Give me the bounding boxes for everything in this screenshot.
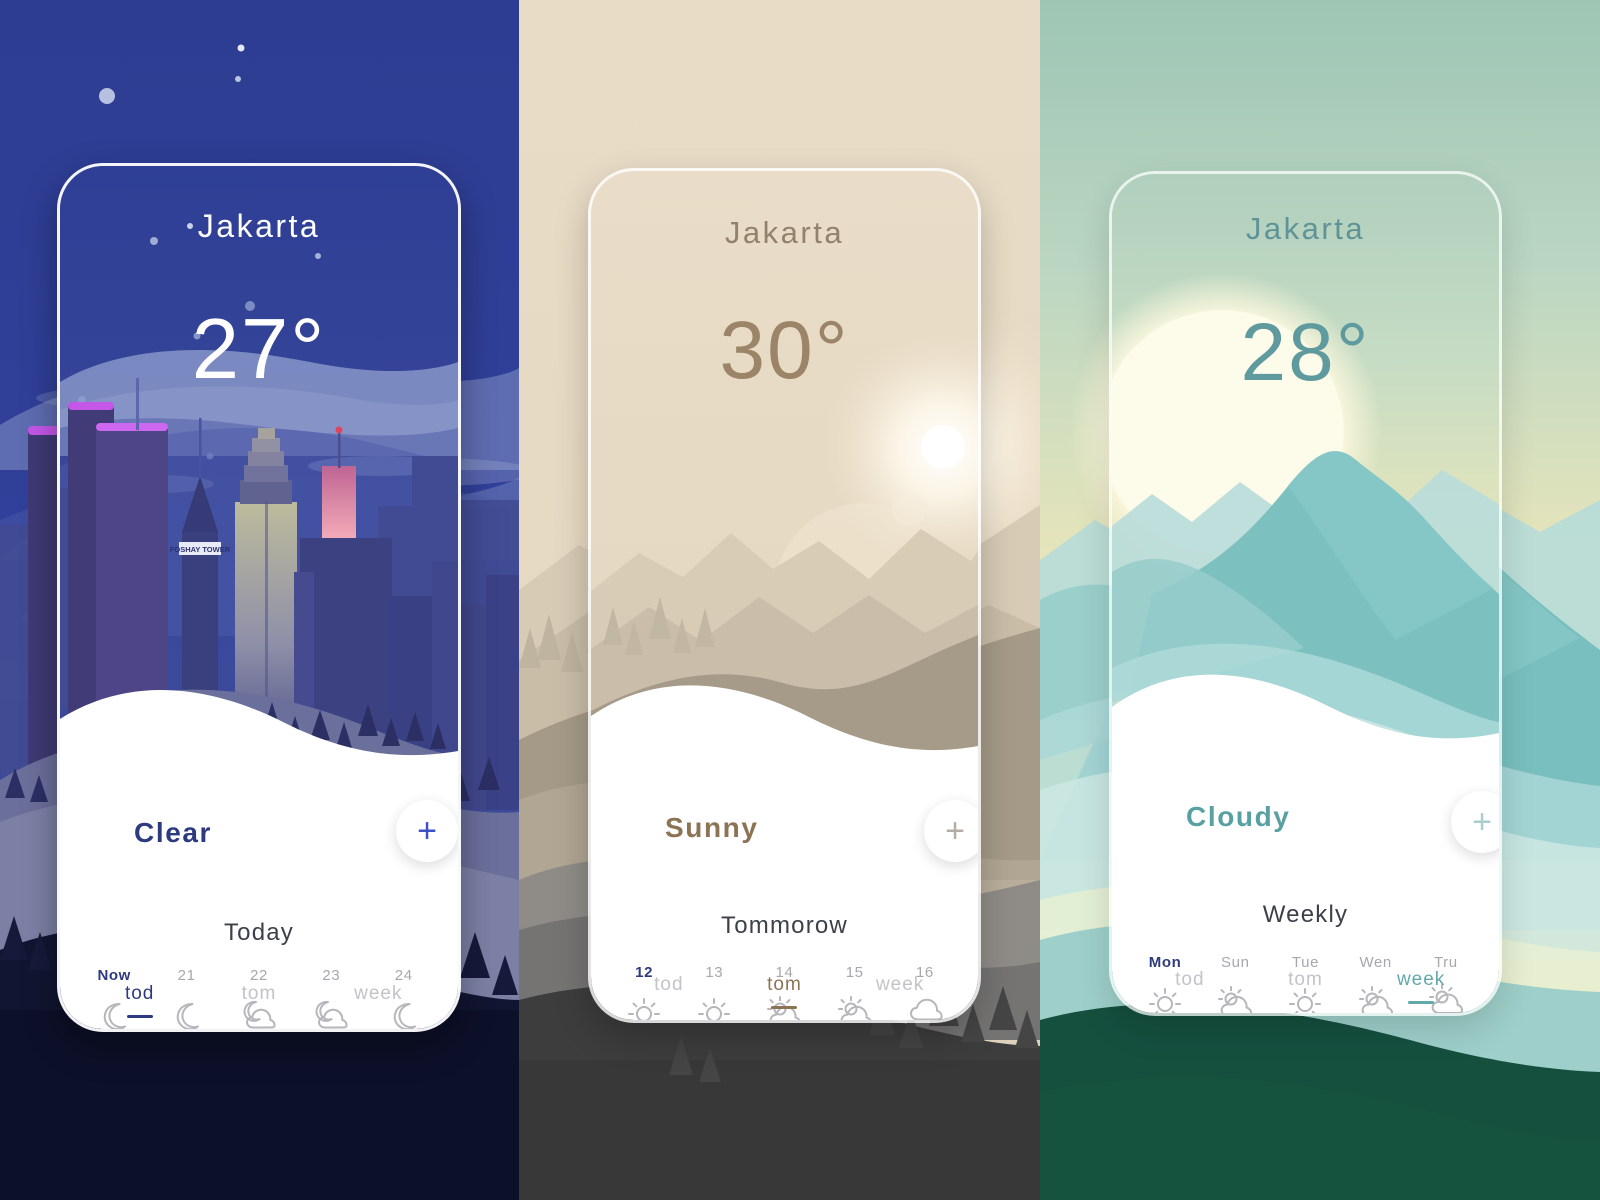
tab-active-underline [771, 1006, 798, 1009]
rain-cloud-icon [904, 993, 946, 1020]
city-name: Jakarta [1245, 211, 1366, 246]
card-wave-shape [1112, 674, 1499, 755]
condition-label: Cloudy [1186, 801, 1291, 832]
tab-label: tod [654, 974, 684, 995]
tab-active-underline [126, 1015, 153, 1018]
tab-week[interactable]: week [333, 983, 423, 1005]
sun-icon [623, 993, 665, 1020]
tab-bar: tod tom week [80, 983, 438, 1018]
tab-week[interactable]: week [855, 974, 945, 996]
tab-week[interactable]: week [1376, 969, 1466, 1004]
tab-active-underline [1408, 1001, 1435, 1004]
forecast-card: Clear + Today Now 21 22 23 24 tod tom we… [60, 689, 458, 1029]
condition-label: Clear [134, 817, 213, 848]
forecast-range-title: Weekly [1262, 901, 1349, 928]
phone-mockup-day: Jakarta 28° Cloudy + Weekly Mon Sun Tue … [1109, 171, 1502, 1016]
temperature-display: 27° [191, 302, 327, 397]
tab-today[interactable]: tod [95, 983, 185, 1018]
phone-building-sign: FOSHAY TOWER [170, 545, 231, 554]
tab-label: week [875, 974, 925, 995]
city-name: Jakarta [197, 208, 321, 244]
forecast-time-label: 24 [394, 967, 413, 984]
phone-mockup-sunrise: Jakarta 30° Sunny + Tommorow 12 13 14 15… [588, 168, 981, 1023]
add-city-button[interactable]: + [396, 800, 458, 862]
tab-label: tod [124, 983, 155, 1004]
forecast-card: Cloudy + Weekly Mon Sun Tue Wen Tru tod … [1112, 673, 1499, 1013]
tab-label: tom [241, 983, 277, 1004]
forecast-time-label: 22 [250, 967, 268, 984]
weather-app-showcase: FOSHAY TOWER Jakarta 27° Clear + Today N… [0, 0, 1600, 1200]
sun-icon [693, 993, 735, 1020]
tab-tomorrow[interactable]: tom [1260, 969, 1350, 991]
card-wave-shape [591, 685, 978, 766]
card-wave-shape [60, 690, 458, 771]
add-city-button[interactable]: + [924, 800, 978, 862]
sun-cloud-icon [834, 993, 876, 1020]
tab-label: week [1396, 969, 1446, 990]
tab-tomorrow[interactable]: tom [739, 974, 829, 1009]
forecast-time-label: Now [97, 967, 131, 984]
temperature-display: 28° [1240, 307, 1371, 398]
tab-label: tom [1288, 969, 1323, 990]
tab-label: tom [767, 974, 802, 995]
tab-today[interactable]: tod [624, 974, 714, 996]
tab-bar: tod tom week [1132, 969, 1479, 1004]
tab-today[interactable]: tod [1145, 969, 1235, 991]
forecast-time-label: 23 [322, 967, 341, 984]
forecast-card: Sunny + Tommorow 12 13 14 15 16 tod tom … [591, 684, 978, 1020]
temperature-display: 30° [719, 305, 850, 396]
city-name: Jakarta [724, 215, 845, 250]
forecast-time-label: 21 [177, 967, 196, 984]
add-city-button[interactable]: + [1451, 791, 1499, 853]
forecast-range-title: Today [223, 919, 295, 946]
forecast-range-title: Tommorow [721, 912, 848, 939]
condition-label: Sunny [665, 812, 759, 843]
tab-label: tod [1175, 969, 1205, 990]
tab-bar: tod tom week [611, 974, 958, 1009]
phone-mockup-night: FOSHAY TOWER Jakarta 27° Clear + Today N… [57, 163, 461, 1032]
tab-label: week [354, 983, 403, 1004]
tab-tomorrow[interactable]: tom [214, 983, 304, 1005]
